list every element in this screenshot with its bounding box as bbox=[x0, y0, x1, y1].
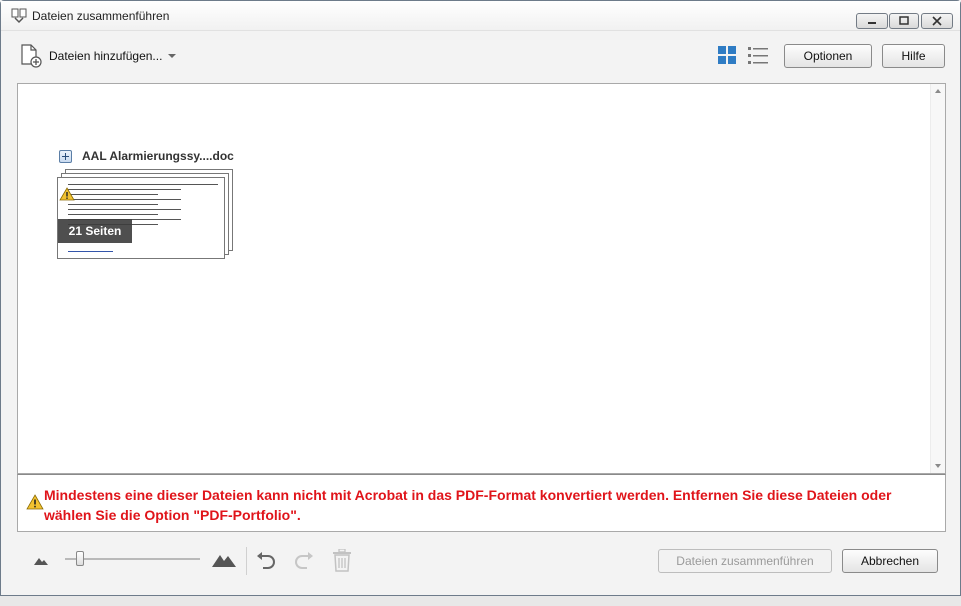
minimize-icon bbox=[868, 22, 876, 24]
grid-view-icon[interactable] bbox=[717, 46, 737, 64]
document-link-line bbox=[68, 251, 113, 252]
help-button[interactable]: Hilfe bbox=[882, 44, 945, 68]
add-files-button[interactable]: Dateien hinzufügen... bbox=[19, 44, 177, 68]
chevron-down-icon bbox=[168, 54, 177, 58]
merge-files-icon bbox=[11, 8, 27, 24]
error-message-bar: Mindestens eine dieser Dateien kann nich… bbox=[17, 474, 946, 532]
file-item-header: AAL Alarmierungssy....doc bbox=[59, 149, 234, 163]
file-list-panel[interactable]: AAL Alarmierungssy....doc 21 Seiten bbox=[17, 83, 946, 474]
window-title: Dateien zusammenführen bbox=[32, 9, 170, 23]
warning-icon bbox=[26, 494, 44, 510]
merge-files-dialog: Dateien zusammenführen Dateien hinzufüge… bbox=[0, 0, 961, 596]
merge-files-button[interactable]: Dateien zusammenführen bbox=[658, 549, 832, 573]
trash-icon[interactable] bbox=[332, 549, 352, 572]
maximize-button[interactable] bbox=[889, 13, 919, 29]
scroll-down-icon[interactable] bbox=[935, 464, 941, 468]
zoom-slider-track[interactable] bbox=[65, 558, 200, 560]
background-window-strip bbox=[0, 596, 961, 606]
close-button[interactable] bbox=[921, 13, 953, 29]
title-bar: Dateien zusammenführen bbox=[1, 1, 960, 31]
zoom-out-mountain-icon[interactable] bbox=[34, 555, 48, 565]
page-preview: 21 Seiten bbox=[57, 177, 225, 259]
list-view-icon[interactable] bbox=[748, 46, 768, 64]
cancel-button[interactable]: Abbrechen bbox=[842, 549, 938, 573]
options-button[interactable]: Optionen bbox=[784, 44, 872, 68]
redo-icon[interactable] bbox=[293, 550, 315, 572]
toolbar-separator bbox=[246, 547, 247, 575]
zoom-in-mountain-icon[interactable] bbox=[212, 551, 236, 567]
file-thumbnail[interactable]: 21 Seiten bbox=[57, 169, 237, 261]
undo-icon[interactable] bbox=[255, 550, 277, 572]
add-file-icon bbox=[21, 44, 42, 68]
close-icon bbox=[932, 16, 942, 26]
warning-icon bbox=[59, 187, 75, 201]
zoom-slider-thumb[interactable] bbox=[76, 551, 84, 566]
minimize-button[interactable] bbox=[856, 13, 888, 29]
restore-icon bbox=[899, 16, 909, 25]
file-name: AAL Alarmierungssy....doc bbox=[82, 149, 234, 163]
vertical-scrollbar[interactable] bbox=[930, 84, 945, 473]
scroll-up-icon[interactable] bbox=[935, 89, 941, 93]
expand-icon[interactable] bbox=[59, 149, 72, 163]
add-files-label: Dateien hinzufügen... bbox=[49, 49, 163, 63]
error-message: Mindestens eine dieser Dateien kann nich… bbox=[44, 487, 892, 523]
page-count-badge: 21 Seiten bbox=[58, 219, 132, 243]
